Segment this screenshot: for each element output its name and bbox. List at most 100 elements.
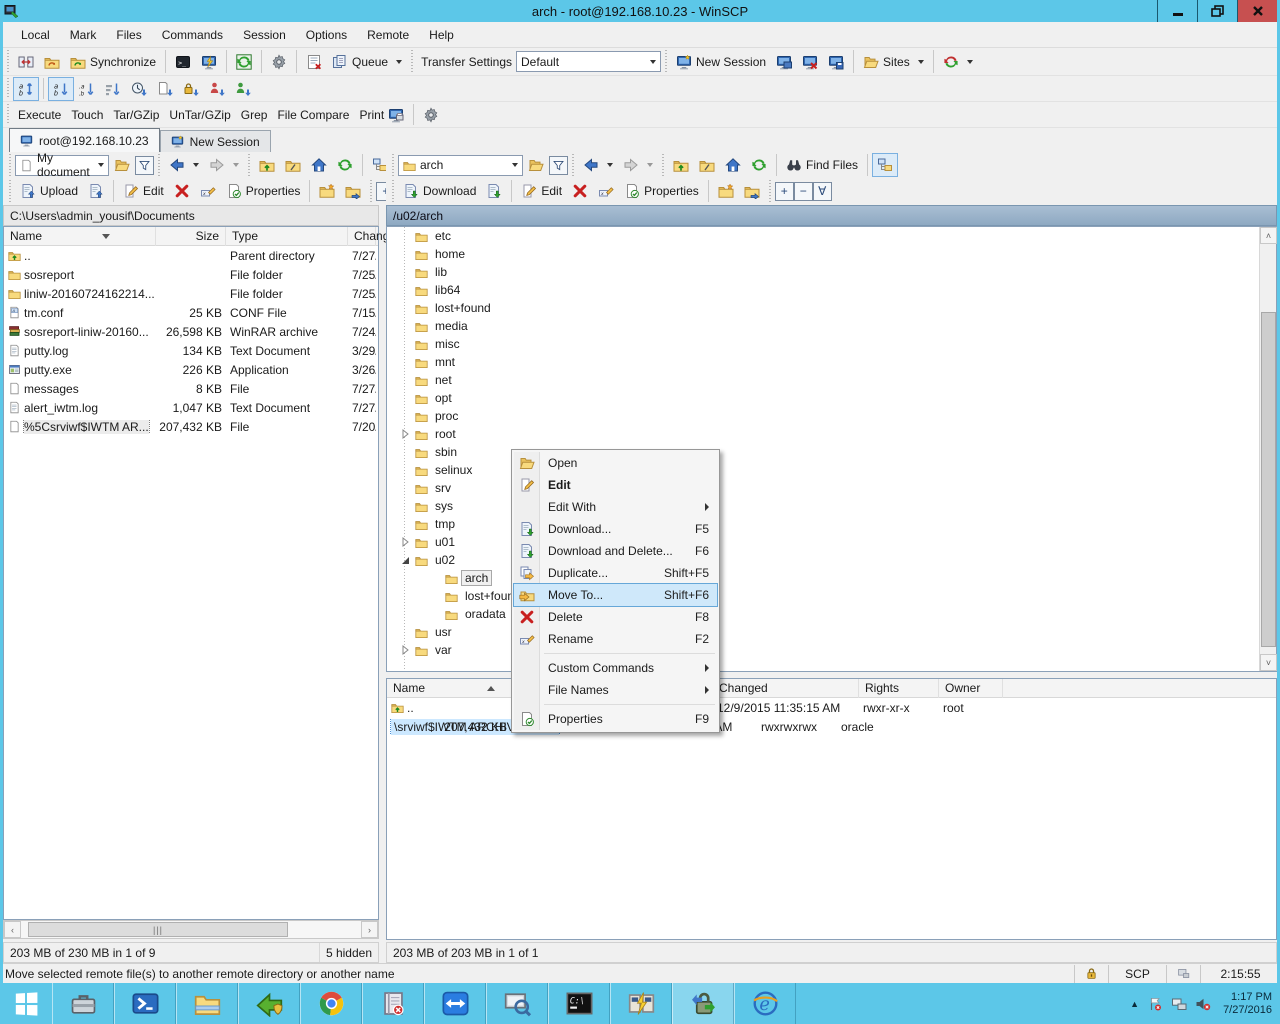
tree-item[interactable]: opt (387, 389, 1276, 407)
sort-by-group-button[interactable] (230, 77, 256, 101)
local-delete-button[interactable] (169, 179, 195, 203)
local-back-button[interactable] (164, 153, 204, 177)
file-row[interactable]: putty.exe226 KBApplication3/26/2 (4, 360, 378, 379)
close-session-button[interactable] (797, 50, 823, 74)
untargzip-button[interactable]: UnTar/GZip (164, 104, 235, 126)
remote-edit-button[interactable]: Edit (516, 179, 567, 203)
sort-by-type-button[interactable] (152, 77, 178, 101)
sort-by-name-button[interactable]: ab (48, 77, 74, 101)
column-header-size[interactable]: Size (156, 227, 226, 246)
sort-by-size-button[interactable] (100, 77, 126, 101)
menu-item-edit-with[interactable]: Edit With (514, 496, 717, 518)
remote-home-dir-button[interactable] (720, 153, 746, 177)
tree-expand-button[interactable]: + (775, 182, 794, 201)
expand-arrow-icon[interactable] (399, 644, 411, 656)
menu-item-custom-commands[interactable]: Custom Commands (514, 657, 717, 679)
file-compare-button[interactable]: File Compare (272, 104, 354, 126)
taskbar-clock[interactable]: 1:17 PM 7/27/2016 (1219, 991, 1272, 1017)
remote-new-folder-button[interactable] (713, 179, 739, 203)
tray-show-hidden-icons[interactable]: ▲ (1130, 999, 1139, 1009)
action-center-flag-icon[interactable] (1147, 996, 1163, 1012)
expand-arrow-icon[interactable] (399, 428, 411, 440)
sort-by-owner-button[interactable] (204, 77, 230, 101)
menu-session[interactable]: Session (233, 24, 296, 46)
remote-root-dir-button[interactable] (694, 153, 720, 177)
menu-item-duplicate[interactable]: Duplicate...Shift+F5 (514, 562, 717, 584)
local-edit-button[interactable]: Edit (118, 179, 169, 203)
collapse-arrow-icon[interactable] (399, 554, 411, 566)
file-row[interactable]: messages8 KBFile7/27/2 (4, 379, 378, 398)
sync-browsing-button[interactable] (13, 50, 39, 74)
tree-item[interactable]: mnt (387, 353, 1276, 371)
local-refresh-button[interactable] (332, 153, 358, 177)
local-open-directory-button[interactable] (109, 153, 135, 177)
menu-item-edit[interactable]: Edit (514, 474, 717, 496)
tree-vertical-scrollbar[interactable]: ˄ ˅ (1259, 227, 1276, 671)
reconnect-button[interactable] (938, 50, 978, 74)
download-background-button[interactable] (481, 179, 507, 203)
taskbar-server-manager[interactable] (52, 983, 114, 1024)
taskbar-notebook-app[interactable] (362, 983, 424, 1024)
remote-path-bar[interactable]: /u02/arch (386, 205, 1277, 226)
file-row[interactable]: Atm.conf25 KBCONF File7/15/2 (4, 303, 378, 322)
menu-files[interactable]: Files (106, 24, 151, 46)
download-button[interactable]: Download (398, 179, 481, 203)
menu-item-delete[interactable]: DeleteF8 (514, 606, 717, 628)
duplicate-session-button[interactable] (771, 50, 797, 74)
remote-delete-button[interactable] (567, 179, 593, 203)
upload-background-button[interactable] (83, 179, 109, 203)
taskbar-putty[interactable] (610, 983, 672, 1024)
tree-item[interactable]: proc (387, 407, 1276, 425)
taskbar-chrome[interactable] (300, 983, 362, 1024)
tree-item[interactable]: etc (387, 227, 1276, 245)
local-go-folder-button[interactable] (340, 179, 366, 203)
taskbar-search-tool[interactable] (486, 983, 548, 1024)
file-row[interactable]: putty.log134 KBText Document3/29/2 (4, 341, 378, 360)
targzip-button[interactable]: Tar/GZip (108, 104, 164, 126)
taskbar-transfer-app[interactable] (238, 983, 300, 1024)
remote-forward-button[interactable] (618, 153, 658, 177)
upload-button[interactable]: Upload (15, 179, 83, 203)
tree-item[interactable]: lost+found (387, 299, 1276, 317)
tree-item[interactable]: lib64 (387, 281, 1276, 299)
menu-item-open[interactable]: Open (514, 452, 717, 474)
local-rename-button[interactable]: x (195, 179, 221, 203)
menu-remote[interactable]: Remote (357, 24, 419, 46)
taskbar-teamviewer[interactable] (424, 983, 486, 1024)
taskbar-internet-explorer[interactable]: e (734, 983, 796, 1024)
new-session-button[interactable]: New Session (671, 50, 771, 74)
start-button[interactable] (0, 983, 52, 1024)
taskbar-file-explorer[interactable] (176, 983, 238, 1024)
remote-go-folder-button[interactable] (739, 179, 765, 203)
menu-item-rename[interactable]: xRenameF2 (514, 628, 717, 650)
tree-item[interactable]: home (387, 245, 1276, 263)
local-root-dir-button[interactable] (280, 153, 306, 177)
execute-button[interactable]: Execute (13, 104, 66, 126)
menu-local[interactable]: Local (11, 24, 60, 46)
remote-back-button[interactable] (578, 153, 618, 177)
tree-item[interactable]: media (387, 317, 1276, 335)
file-row[interactable]: liniw-20160724162214...File folder7/25/2 (4, 284, 378, 303)
expand-arrow-icon[interactable] (399, 536, 411, 548)
sort-by-extension-button[interactable]: .a.b (74, 77, 100, 101)
tree-item[interactable]: lib (387, 263, 1276, 281)
save-session-button[interactable] (823, 50, 849, 74)
taskbar-cmd[interactable]: C:\ (548, 983, 610, 1024)
column-header-changed[interactable]: Changed (348, 227, 376, 246)
column-header-rights[interactable]: Rights (859, 679, 939, 698)
remote-dir-select[interactable]: arch (398, 155, 523, 176)
session-duration[interactable]: 2:15:55 (1200, 965, 1280, 983)
sites-button[interactable]: Sites (858, 50, 929, 74)
menu-mark[interactable]: Mark (60, 24, 107, 46)
remote-rename-button[interactable]: x (593, 179, 619, 203)
menu-item-properties[interactable]: PropertiesF9 (514, 708, 717, 730)
menu-options[interactable]: Options (296, 24, 357, 46)
local-forward-button[interactable] (204, 153, 244, 177)
sort-ascending-toggle[interactable]: ab (13, 77, 39, 101)
preferences-button[interactable] (266, 50, 292, 74)
restore-button[interactable] (1197, 0, 1237, 22)
local-new-folder-button[interactable] (314, 179, 340, 203)
console-command-button[interactable] (196, 50, 222, 74)
column-header-name[interactable]: Name (4, 227, 156, 246)
grep-button[interactable]: Grep (236, 104, 273, 126)
